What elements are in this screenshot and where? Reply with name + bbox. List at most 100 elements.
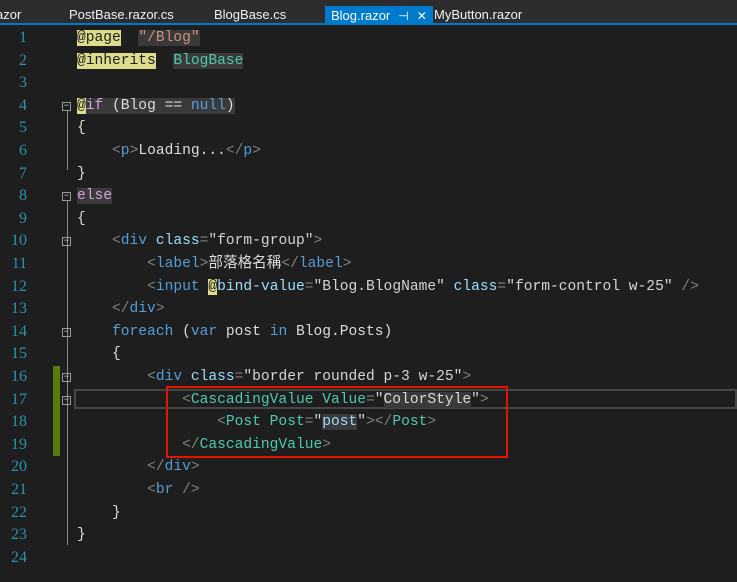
line-number: 11 — [11, 255, 27, 272]
code-token: Post — [225, 414, 261, 431]
line-number: 6 — [19, 142, 27, 159]
code-token: } — [77, 527, 86, 544]
line-number: 9 — [19, 209, 27, 227]
code-token: > — [462, 369, 472, 385]
close-icon[interactable]: ✕ — [417, 9, 427, 23]
tab-mybutton-razor[interactable]: MyButton.razor — [434, 0, 522, 23]
code-token: bind-value — [217, 278, 305, 295]
code-text: <div class="form-group"> — [77, 230, 322, 252]
code-token: null — [190, 97, 226, 114]
code-text: <Post Post="post"></Post> — [77, 411, 436, 433]
code-token: > — [313, 233, 323, 250]
code-token: < — [217, 414, 226, 431]
code-token: CascadingValue — [199, 436, 323, 453]
code-text: @page "/Blog" — [77, 27, 200, 49]
tab-azor[interactable]: azor — [0, 0, 21, 23]
code-text: <br /> — [77, 479, 200, 501]
code-token: CascadingValue — [190, 391, 314, 408]
code-token: </ — [147, 459, 165, 476]
code-token: { — [77, 120, 86, 137]
code-token: Loading... — [138, 143, 226, 159]
code-token: ></ — [366, 414, 393, 431]
code-line: 7} — [0, 163, 737, 185]
tab-blog-razor[interactable]: Blog.razor ⊣ ✕ — [325, 6, 433, 25]
code-text: @inherits BlogBase — [77, 50, 244, 72]
code-line: 23} — [0, 524, 737, 546]
code-text: { — [77, 208, 86, 230]
code-token: @ — [208, 278, 218, 295]
code-line: 2 @inherits BlogBase — [0, 50, 737, 72]
code-token: div — [129, 301, 156, 318]
code-token: = — [497, 278, 507, 295]
code-token: Value — [313, 391, 367, 408]
collapse-icon[interactable]: − — [62, 327, 71, 337]
tab-postbase-razor-cs[interactable]: PostBase.razor.cs — [69, 0, 174, 23]
code-text: { — [77, 117, 86, 139]
collapse-icon[interactable]: − — [62, 237, 71, 247]
code-token: if — [85, 97, 104, 114]
code-token: { — [77, 346, 121, 363]
line-number: 14 — [11, 322, 27, 340]
code-editor[interactable]: 1 @page "/Blog" 2 @inherits BlogBase 3 4 @if (… — [0, 25, 737, 582]
collapse-icon[interactable]: − — [62, 373, 71, 382]
code-line: 9{ — [0, 208, 737, 230]
code-token: BlogBase — [173, 52, 244, 69]
code-text: <div class="border rounded p-3 w-25"> — [77, 366, 471, 388]
code-text: <label>部落格名稱</label> — [77, 253, 351, 275]
collapse-icon[interactable]: − — [62, 192, 71, 202]
code-token: /> — [672, 278, 699, 295]
code-line: 19 </CascadingValue> — [0, 434, 737, 456]
tab-label: PostBase.razor.cs — [69, 7, 174, 22]
line-number: 19 — [11, 435, 27, 453]
line-number: 10 — [11, 232, 27, 250]
code-token: else — [77, 188, 113, 205]
code-token: class — [147, 233, 200, 250]
code-line: 3 — [0, 72, 737, 94]
collapse-icon[interactable]: − — [62, 101, 71, 111]
code-text: @if (Blog == null) — [77, 95, 235, 117]
code-line: 14 foreach (var post in Blog.Posts) — [0, 321, 737, 343]
code-token: < — [147, 278, 156, 295]
code-token: < — [147, 256, 156, 272]
code-token: "form-group" — [208, 233, 314, 250]
code-token: </ — [225, 143, 244, 159]
tab-blogbase-cs[interactable]: BlogBase.cs — [214, 0, 286, 23]
code-token: < — [147, 482, 156, 498]
line-number: 15 — [11, 345, 27, 363]
code-token: ( — [173, 323, 191, 340]
line-number: 17 — [11, 390, 27, 408]
collapse-icon[interactable]: − — [62, 395, 71, 405]
line-number: 23 — [11, 526, 27, 544]
code-text: else — [77, 185, 113, 207]
code-token: = — [366, 391, 375, 408]
line-number: 7 — [19, 164, 27, 182]
code-token: </ — [112, 301, 130, 318]
tab-bar: azor PostBase.razor.cs BlogBase.cs Blog.raz… — [0, 0, 737, 25]
code-token: div — [155, 369, 183, 385]
code-text: { — [77, 343, 121, 365]
code-line: 18 <Post Post="post"></Post> — [0, 411, 737, 433]
code-token: " — [313, 414, 323, 431]
line-number: 16 — [11, 368, 27, 385]
code-line: 11 <label>部落格名稱</label> — [0, 253, 737, 275]
code-line: 1 @page "/Blog" — [0, 27, 737, 49]
line-number: 22 — [11, 503, 27, 521]
code-line: 12 <input @bind-value="Blog.BlogName" cl… — [0, 276, 737, 298]
code-token: div — [164, 459, 191, 476]
line-number: 1 — [19, 29, 27, 46]
code-token: post — [322, 414, 358, 431]
code-token: Blog.Posts) — [287, 323, 393, 340]
code-token: /> — [173, 482, 200, 498]
code-token: > — [342, 256, 352, 272]
pin-icon[interactable]: ⊣ — [398, 9, 408, 23]
code-text: <p>Loading...</p> — [77, 140, 261, 162]
code-token: > — [129, 143, 139, 159]
